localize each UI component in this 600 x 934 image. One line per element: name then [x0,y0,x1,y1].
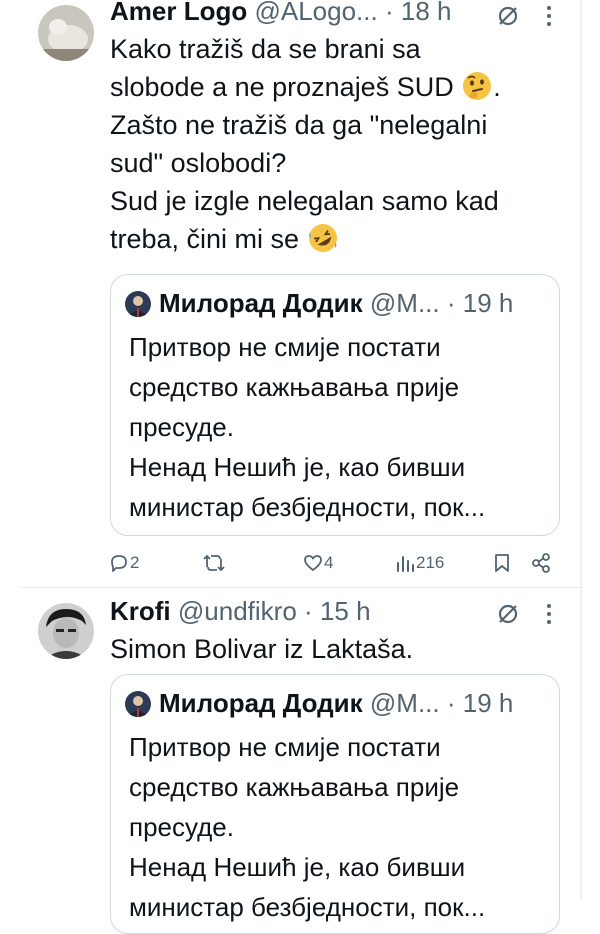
share-icon [532,553,550,573]
avatar-image [38,5,94,61]
quoted-tweet[interactable]: Милорад Додик @М... · 19 h Притвор не см… [110,674,560,934]
bookmark-icon [495,554,509,572]
like-count: 4 [324,553,334,572]
repost-icon [203,554,225,572]
quoted-line-4: Ненад Нешић је, као бивши [129,452,466,482]
quoted-tweet[interactable]: Милорад Додик @М... · 19 h Притвор не см… [110,274,560,536]
quoted-author-avatar [125,291,151,317]
quoted-timestamp: 19 h [462,288,514,318]
tweet-text: Simon Bolivar iz Laktaša. [110,630,413,668]
author-handle[interactable]: @ALogo... [254,0,377,26]
tweet-line-2-text: slobode a ne proznaješ SUD [110,72,454,102]
share-button[interactable] [530,548,552,578]
tweet-krofi[interactable]: Krofi @undfikro · 15 h Simon Bolivar iz … [0,590,580,934]
avatar-image [38,603,94,659]
author-handle[interactable]: @undfikro [178,596,297,626]
more-options-icon[interactable] [536,3,562,29]
tweet-header: Krofi @undfikro · 15 h [110,596,371,626]
separator-dot: · [384,0,394,26]
tweet-text: Kako tražiš da se brani sa slobode a ne … [110,30,501,258]
grok-icon[interactable] [496,4,520,28]
quoted-line-5: министар безбједности, пок... [129,492,486,522]
quoted-tweet-header: Милорад Додик @М... · 19 h [125,287,513,319]
quoted-author-handle: @М... [369,288,440,318]
quoted-line-3: пресуде. [129,812,234,842]
author-name[interactable]: Amer Logo [110,0,247,26]
avatar[interactable] [38,5,94,61]
quoted-tweet-text: Притвор не смије постати средство кажњав… [129,327,485,527]
tweet-actions: 2 4 216 [108,548,578,578]
tweet-line-5: Sud je izgle nelegalan samo kad [110,186,499,216]
grok-icon[interactable] [496,602,520,626]
quoted-author-name: Милорад Додик [159,688,363,718]
quoted-line-1: Притвор не смије постати [129,332,441,362]
heart-icon [304,555,322,571]
tweet-line-6: treba, čini mi se [110,220,501,258]
more-options-icon[interactable] [536,601,562,627]
tweet-divider [20,587,580,588]
tweet-line-1: Kako tražiš da se brani sa [110,34,421,64]
tweet-amer-logo[interactable]: Amer Logo @ALogo... · 18 h Kako tražiš d… [0,0,580,590]
quoted-author-avatar [125,691,151,717]
tweet-line-1: Simon Bolivar iz Laktaša. [110,634,414,664]
reply-icon [111,555,127,572]
views-chart-icon [397,556,414,572]
quoted-line-4: Ненад Нешић је, као бивши [129,852,466,882]
bookmark-button[interactable] [492,548,512,578]
like-button[interactable]: 4 [302,548,333,578]
avatar[interactable] [38,603,94,659]
views-count: 216 [416,553,445,572]
quoted-line-1: Притвор не смије постати [129,732,441,762]
rolling-laughing-face-icon [308,224,337,252]
quoted-line-3: пресуде. [129,412,234,442]
reply-count: 2 [130,553,140,572]
timestamp[interactable]: 15 h [320,596,371,626]
separator-dot: · [304,596,313,626]
quoted-author-handle: @М... [369,688,440,718]
tweet-line-2: slobode a ne proznaješ SUD . [110,68,501,106]
quoted-author-name: Милорад Додик [159,288,363,318]
quoted-separator-dot: · [446,288,456,318]
author-name[interactable]: Krofi [110,596,171,626]
thinking-face-icon [463,72,492,100]
quoted-line-2: средство кажњавања прије [129,372,460,402]
quoted-separator-dot: · [446,688,456,718]
tweet-line-3: Zašto ne tražiš da ga "nelegalni [110,110,488,140]
quoted-timestamp: 19 h [462,688,514,718]
tweet-line-6-text: treba, čini mi se [110,224,300,254]
quoted-line-5: министар безбједности, пок... [129,892,486,922]
reply-button[interactable]: 2 [108,548,139,578]
quoted-line-2: средство кажњавања прије [129,772,460,802]
quoted-tweet-header: Милорад Додик @М... · 19 h [125,687,513,719]
quoted-tweet-text: Притвор не смије постати средство кажњав… [129,727,485,927]
repost-button[interactable] [202,548,226,578]
views-button[interactable]: 216 [394,548,444,578]
timestamp[interactable]: 18 h [401,0,452,26]
tweet-line-4: sud" oslobodi? [110,148,287,178]
tweet-line-2-suffix: . [493,72,501,102]
timeline-border [580,0,582,900]
tweet-header: Amer Logo @ALogo... · 18 h [110,0,451,26]
